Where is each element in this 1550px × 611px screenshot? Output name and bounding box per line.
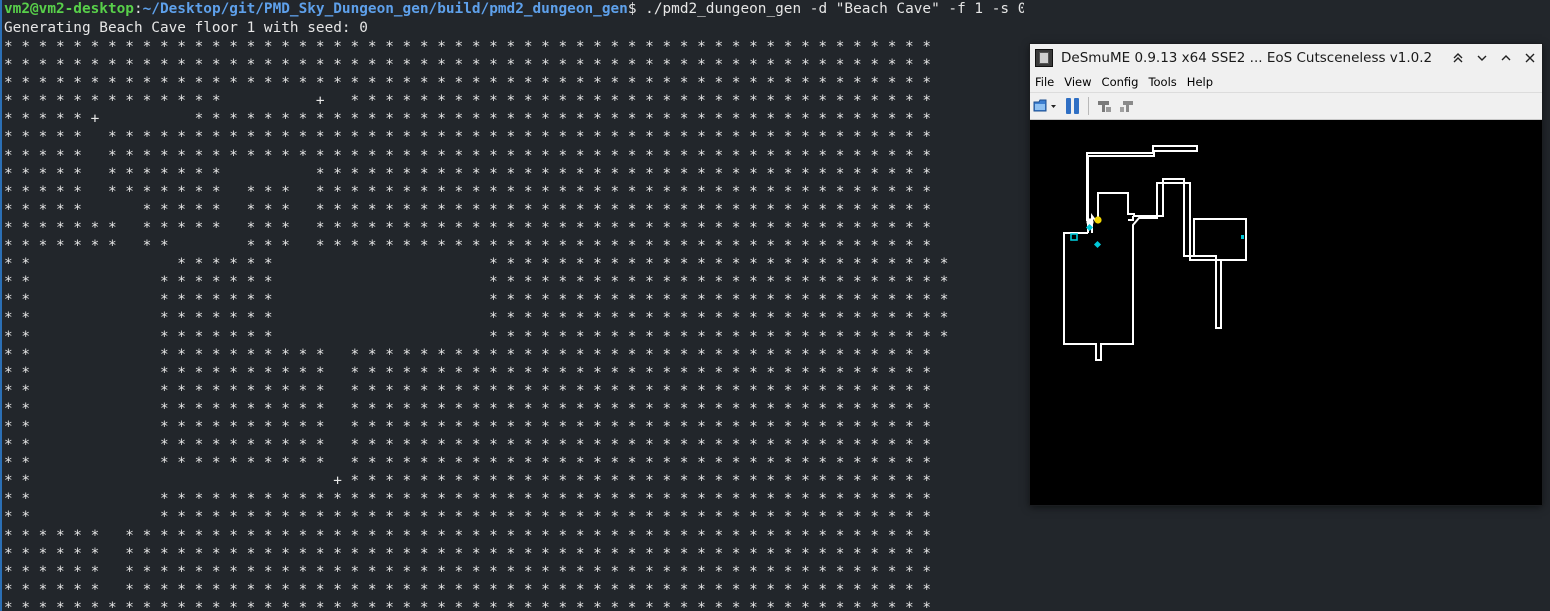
grid-line: * * * * * * * * * * * * * * * * * * * * … <box>4 346 932 363</box>
grid-line: * * * * * * * * * * * * * * * * * * * * … <box>4 400 932 417</box>
grid-line: * * * * * * * * * * * * * * * * * * * * … <box>4 75 932 92</box>
prompt-path: ~/Desktop/git/PMD_Sky_Dungeon_gen/build/… <box>142 1 628 17</box>
emulator-window[interactable]: DeSmuME 0.9.13 x64 SSE2 ... EoS Cutscene… <box>1030 44 1542 505</box>
window-title: DeSmuME 0.9.13 x64 SSE2 ... EoS Cutscene… <box>1061 50 1433 66</box>
item-marker <box>1241 235 1244 239</box>
grid-line: * * * * * * * * * * * * * * * * * * * * … <box>4 382 932 399</box>
grid-line: * * * * * * * * * * * * * * * * * * * * … <box>4 310 949 327</box>
grid-line: * * * * * * * * * * * * * * * * * * * * … <box>4 599 932 611</box>
grid-line: * * * * * * * * * * * * * * * * * * * * … <box>4 129 932 146</box>
menu-help[interactable]: Help <box>1182 75 1218 89</box>
grid-line: * * * * * * * * * * * * * * * * * * * * … <box>4 455 932 472</box>
terminal-output[interactable]: vm2@vm2-desktop:~/Desktop/git/PMD_Sky_Du… <box>4 0 1024 611</box>
minimap-wall-outline-east <box>1193 218 1247 261</box>
prompt-dollar: $ <box>627 1 637 17</box>
grid-line: * * * * * + * * * * * * * * * * * * * * … <box>4 111 932 128</box>
menu-tools[interactable]: Tools <box>1143 75 1181 89</box>
minimap-wall-outline-inner <box>1128 216 1134 221</box>
grid-line: * * * * * * * * * * * * * * * * * * * * … <box>4 437 932 454</box>
dungeon-grid: * * * * * * * * * * * * * * * * * * * * … <box>4 38 1024 611</box>
grid-line: * * * * * * * * * * * * * * * * * * * * … <box>4 328 949 345</box>
grid-line: * * + * * * * * * * * * * * * * * * * * … <box>4 473 932 490</box>
menu-file[interactable]: File <box>1030 75 1059 89</box>
grid-line: * * * * * * * * * * * * * * * * * * * * … <box>4 238 932 255</box>
prompt-colon: : <box>133 1 143 17</box>
grid-line: * * * * * * * * * * * * * * * * * * * * … <box>4 165 932 182</box>
grid-line: * * * * * * * * * * * * * * * * * * * * … <box>4 292 949 309</box>
emulator-toolbar <box>1030 92 1542 120</box>
command-text: ./pmd2_dungeon_gen -d "Beach Cave" -f 1 … <box>636 1 1024 17</box>
grid-line: * * * * * * * * * * * * * * * * * * * * … <box>4 491 932 508</box>
grid-line: * * * * * * * * * * * * * * * * * * * * … <box>4 418 932 435</box>
prompt-line: vm2@vm2-desktop:~/Desktop/git/PMD_Sky_Du… <box>4 0 1024 19</box>
keep-above-icon[interactable] <box>1446 44 1470 72</box>
grid-line: * * * * * * * * * * * * * * * * * * * * … <box>4 39 932 55</box>
grid-line: * * * * * * * * * * * * * * * * * * * * … <box>4 581 932 598</box>
grid-line: * * * * * * * * * * * * * * * * * * * * … <box>4 57 932 74</box>
item-marker <box>1093 240 1102 249</box>
partner-marker <box>1094 216 1102 224</box>
window-accent-edge <box>0 0 2 611</box>
prompt-user-host: vm2@vm2-desktop <box>4 1 134 17</box>
grid-line: * * * * * * * * * * * * * * * * * * * * … <box>4 274 949 291</box>
maximize-icon[interactable] <box>1494 44 1518 72</box>
grid-line: * * * * * * * * * * * * * + * * * * * * … <box>4 93 932 110</box>
emulator-titlebar[interactable]: DeSmuME 0.9.13 x64 SSE2 ... EoS Cutscene… <box>1030 44 1542 72</box>
status-line: Generating Beach Cave floor 1 with seed:… <box>4 20 368 36</box>
controller-icon[interactable] <box>1117 96 1137 116</box>
menu-config[interactable]: Config <box>1097 75 1144 89</box>
ds-icon <box>1035 49 1053 67</box>
pause-icon[interactable] <box>1062 96 1084 116</box>
open-rom-icon[interactable] <box>1032 96 1060 116</box>
grid-line: * * * * * * * * * * * * * * * * * * * * … <box>4 256 949 273</box>
grid-line: * * * * * * * * * * * * * * * * * * * * … <box>4 563 932 580</box>
memory-icon[interactable] <box>1095 96 1115 116</box>
close-icon[interactable] <box>1518 44 1542 72</box>
menu-bar: File View Config Tools Help <box>1030 72 1542 92</box>
grid-line: * * * * * * * * * * * * * * * * * * * * … <box>4 509 932 526</box>
grid-line: * * * * * * * * * * * * * * * * * * * * … <box>4 147 932 164</box>
ds-screen[interactable] <box>1030 120 1542 505</box>
minimize-icon[interactable] <box>1470 44 1494 72</box>
stairs-marker <box>1070 233 1078 241</box>
grid-line: * * * * * * * * * * * * * * * * * * * * … <box>4 545 932 562</box>
grid-line: * * * * * * * * * * * * * * * * * * * * … <box>4 219 932 236</box>
menu-view[interactable]: View <box>1059 75 1096 89</box>
grid-line: * * * * * * * * * * * * * * * * * * * * … <box>4 183 932 200</box>
grid-line: * * * * * * * * * * * * * * * * * * * * … <box>4 527 932 544</box>
grid-line: * * * * * * * * * * * * * * * * * * * * … <box>4 201 932 218</box>
minimap-wall-outline-north <box>1086 145 1198 233</box>
toolbar-separator <box>1088 97 1089 115</box>
dungeon-minimap <box>1063 145 1247 361</box>
grid-line: * * * * * * * * * * * * * * * * * * * * … <box>4 364 932 381</box>
